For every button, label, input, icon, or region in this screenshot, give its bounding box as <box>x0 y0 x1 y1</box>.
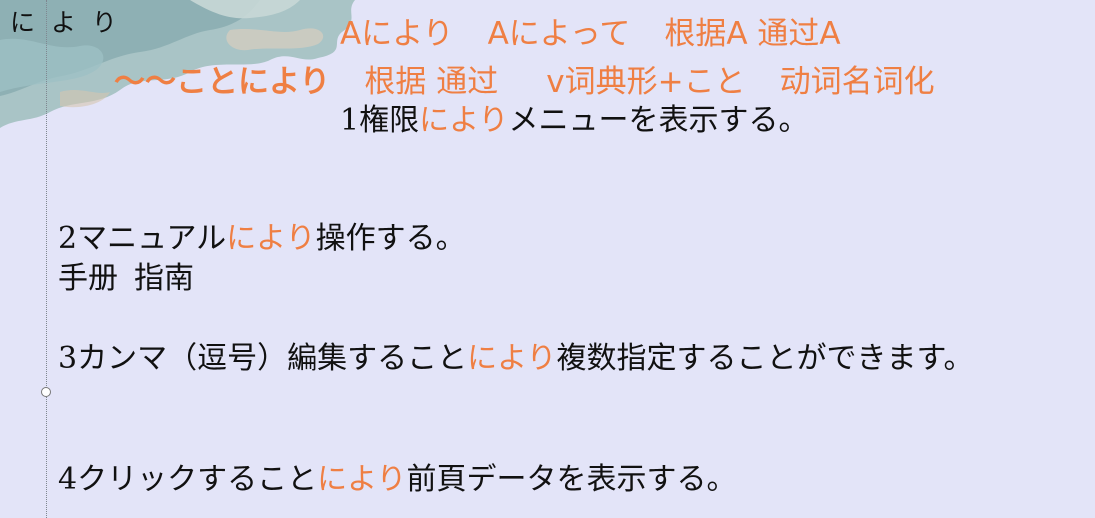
sentence-text: 3カンマ（逗号）編集すること <box>58 341 468 376</box>
header-pattern-a-niyotte: Aによって <box>487 16 631 52</box>
sentence-text: 複数指定することができます。 <box>556 341 974 376</box>
header-pattern-a-niyori: Aにより <box>340 16 454 52</box>
guide-line <box>46 0 47 518</box>
header-meaning-1: 根据A 通过A <box>664 16 841 52</box>
header-row-2: ～～ことにより 根据 通过 v词典形+こと 动词名词化 <box>114 56 935 101</box>
guide-handle[interactable] <box>41 387 51 397</box>
sentence-highlight: により <box>226 221 316 256</box>
sentence-text: 4クリックすること <box>58 462 318 497</box>
vocabulary-note: 手册 指南 <box>58 260 194 298</box>
sentence-highlight: により <box>317 462 407 497</box>
vocab-word: 指南 <box>134 261 194 296</box>
example-sentence-2: 2マニュアルにより操作する。 <box>58 220 466 258</box>
sentence-highlight: により <box>419 103 509 138</box>
sentence-text: メニューを表示する。 <box>508 103 809 138</box>
slide: に よ り Aにより Aによって 根据A 通过A ～～ことにより 根据 通过 v词典形+… <box>0 0 1095 518</box>
example-sentence-3: 3カンマ（逗号）編集することにより複数指定することができます。 <box>58 340 974 378</box>
example-sentence-1: 1権限によりメニューを表示する。 <box>340 102 809 140</box>
header-grammar-form: v词典形+こと <box>546 64 746 100</box>
header-grammar-note: 动词名词化 <box>779 64 935 100</box>
header-pattern-kotoniyori: ～～ことにより <box>114 64 331 100</box>
vocab-word: 手册 <box>58 261 118 296</box>
example-sentence-4: 4クリックすることにより前頁データを表示する。 <box>58 461 737 499</box>
sentence-text: 操作する。 <box>315 221 466 256</box>
sentence-text: 2マニュアル <box>58 221 227 256</box>
sentence-text: 前頁データを表示する。 <box>406 462 737 497</box>
header-meaning-2: 根据 通过 <box>364 64 499 100</box>
sentence-text: 1権限 <box>340 103 420 138</box>
sentence-highlight: により <box>467 341 557 376</box>
slide-title: に よ り <box>10 8 121 37</box>
header-row-1: Aにより Aによって 根据A 通过A <box>340 8 841 53</box>
